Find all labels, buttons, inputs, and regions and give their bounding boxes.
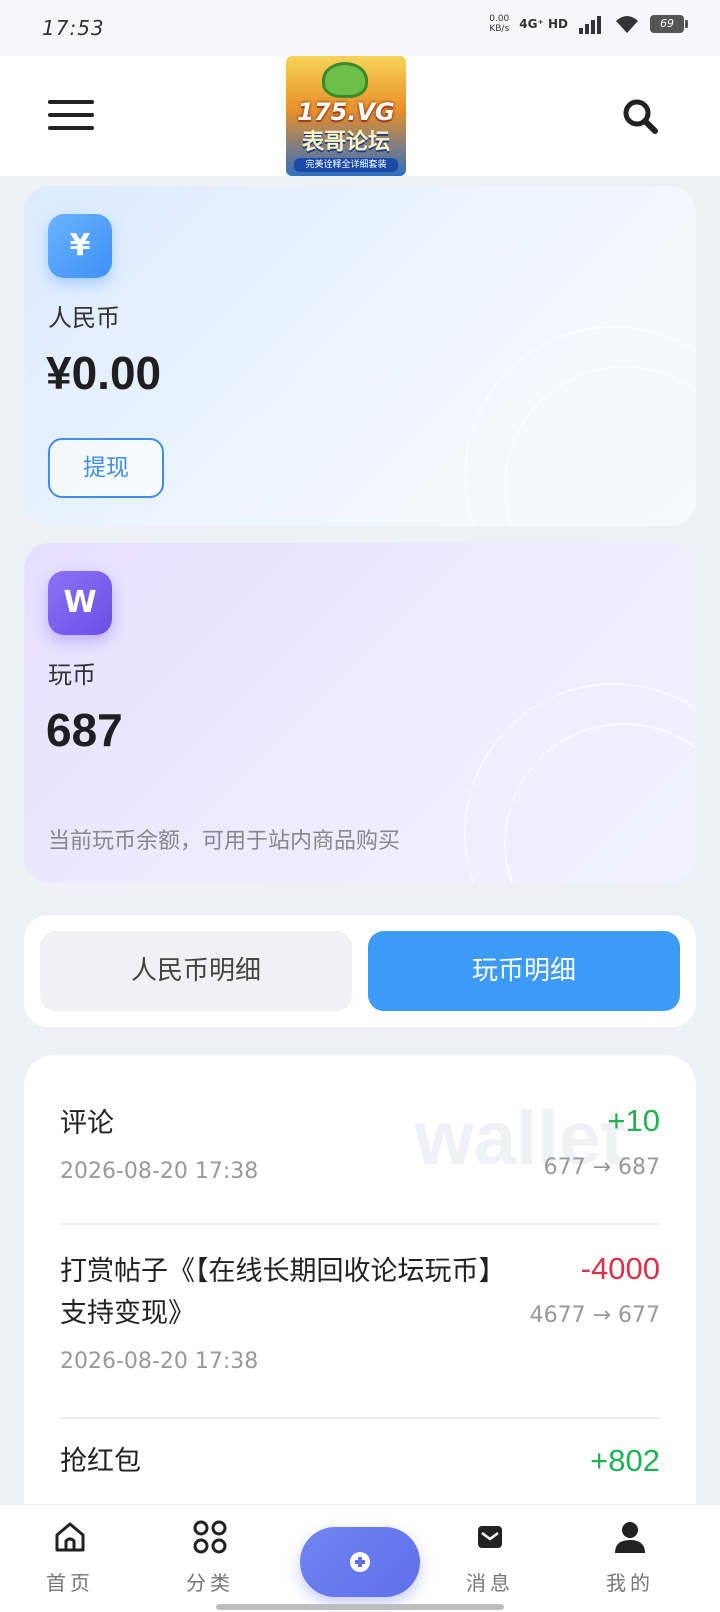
coin-amount: 687 xyxy=(46,704,123,756)
record-time: 2026-08-20 17:38 xyxy=(60,1349,259,1374)
status-time: 17:53 xyxy=(42,16,105,40)
rmb-label: 人民币 xyxy=(48,304,120,332)
withdraw-button[interactable]: 提现 xyxy=(48,438,164,498)
list-item[interactable]: 评论 2026-08-20 17:38 +10 677 → 687 xyxy=(60,1103,660,1184)
rmb-amount: ¥0.00 xyxy=(46,347,162,399)
nav-home[interactable]: 首页 xyxy=(20,1519,120,1596)
nav-home-label: 首页 xyxy=(46,1571,94,1595)
nav-profile-label: 我的 xyxy=(606,1571,654,1595)
status-indicators: 0.00 KB/s 4G⁺ HD 69 xyxy=(489,14,688,34)
dragon-mascot-icon xyxy=(322,62,368,98)
divider xyxy=(60,1417,660,1419)
search-icon xyxy=(623,99,658,134)
record-title: 打赏帖子《【在线长期回收论坛玩币】支持变现》 xyxy=(60,1256,492,1329)
tab-rmb-details[interactable]: 人民币明细 xyxy=(40,931,352,1011)
nav-profile[interactable]: 我的 xyxy=(580,1519,680,1596)
bottom-nav: 首页 分类 消息 我的 xyxy=(0,1504,720,1612)
tab-coin-details[interactable]: 玩币明细 xyxy=(368,931,680,1011)
divider xyxy=(60,1223,660,1225)
record-title: 评论 xyxy=(60,1108,114,1139)
transaction-list: wallet 评论 2026-08-20 17:38 +10 677 → 687… xyxy=(24,1055,696,1515)
logo-site-text: 175.VG xyxy=(297,98,395,126)
yuan-icon: ¥ xyxy=(48,214,112,278)
mail-icon xyxy=(478,1526,502,1548)
site-logo[interactable]: 175.VG 表哥论坛 完美诠释全详细套装 xyxy=(286,56,406,176)
logo-tagline: 完美诠释全详细套装 xyxy=(294,158,398,172)
nav-category-label: 分类 xyxy=(186,1571,234,1595)
battery-icon: 69 xyxy=(650,15,688,33)
network-speed: 0.00 KB/s xyxy=(489,14,510,34)
coin-icon: W xyxy=(48,571,112,635)
nav-messages-label: 消息 xyxy=(466,1571,514,1595)
record-delta: +10 xyxy=(607,1103,660,1138)
nav-category[interactable]: 分类 xyxy=(160,1519,260,1596)
plus-circle-icon xyxy=(350,1552,370,1572)
detail-tabs: 人民币明细 玩币明细 xyxy=(24,915,696,1027)
user-icon xyxy=(615,1522,645,1553)
list-item[interactable]: 抢红包 +802 xyxy=(60,1441,660,1483)
coin-balance-card: W 玩币 687 当前玩币余额，可用于站内商品购买 xyxy=(24,543,696,883)
app-header: 175.VG 表哥论坛 完美诠释全详细套装 xyxy=(0,56,720,176)
post-button[interactable] xyxy=(300,1527,420,1597)
record-balance: 4677 → 677 xyxy=(529,1303,660,1328)
logo-name-text: 表哥论坛 xyxy=(301,130,390,155)
network-type: 4G⁺ HD xyxy=(519,17,568,31)
search-button[interactable] xyxy=(620,96,660,136)
record-delta: +802 xyxy=(590,1443,660,1478)
coin-label: 玩币 xyxy=(48,661,96,689)
record-delta: -4000 xyxy=(580,1251,660,1286)
grid-icon xyxy=(193,1520,227,1554)
status-bar: 17:53 0.00 KB/s 4G⁺ HD 69 xyxy=(0,0,720,56)
menu-button[interactable] xyxy=(48,100,94,132)
record-title: 抢红包 xyxy=(60,1446,141,1477)
coin-description: 当前玩币余额，可用于站内商品购买 xyxy=(48,829,401,854)
signal-icon xyxy=(579,16,601,34)
list-item[interactable]: 打赏帖子《【在线长期回收论坛玩币】支持变现》 2026-08-20 17:38 … xyxy=(60,1251,660,1374)
nav-messages[interactable]: 消息 xyxy=(440,1519,540,1596)
home-indicator[interactable] xyxy=(216,1604,504,1610)
record-balance: 677 → 687 xyxy=(543,1155,660,1180)
menu-icon xyxy=(48,100,94,104)
rmb-balance-card: ¥ 人民币 ¥0.00 提现 xyxy=(24,186,696,526)
wifi-icon xyxy=(616,16,638,33)
home-icon xyxy=(55,1522,85,1552)
